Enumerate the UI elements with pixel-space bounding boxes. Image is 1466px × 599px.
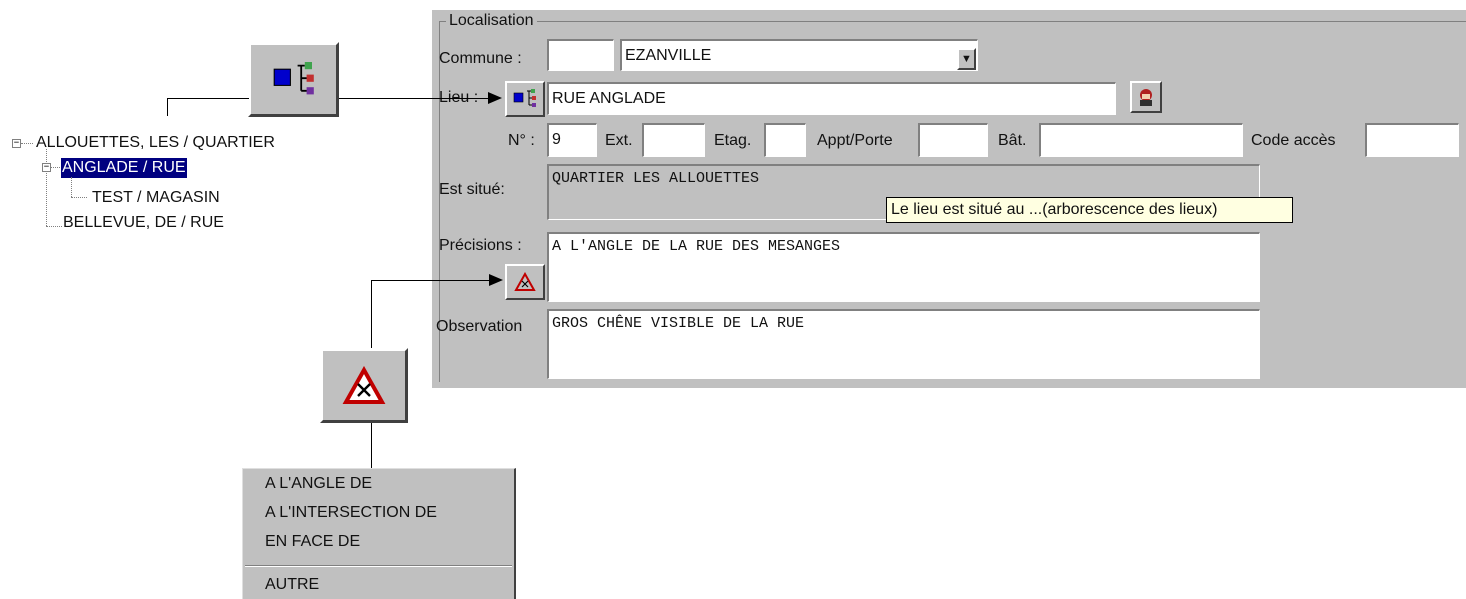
tree-item-allouettes[interactable]: ALLOUETTES, LES / QUARTIER [36,133,275,153]
tree-hierarchy-icon [273,61,314,94]
precisions-context-menu: A L'ANGLE DE A L'INTERSECTION DE EN FACE… [242,468,516,599]
code-acces-label: Code accès [1251,132,1336,149]
tree-item-anglade[interactable]: ANGLADE / RUE [61,158,187,178]
tree-expander[interactable]: − [42,163,51,172]
appt-input[interactable] [918,123,988,157]
menu-item-autre[interactable]: AUTRE [265,574,319,596]
precisions-label: Précisions : [439,237,522,254]
tree-line [51,167,60,168]
connector-line [167,98,249,99]
code-acces-input[interactable] [1365,123,1459,157]
tree-item-bellevue[interactable]: BELLEVUE, DE / RUE [63,213,224,233]
tree-line [46,226,62,227]
numero-label: N° : [508,132,535,149]
arrow-head-icon [489,274,503,286]
ext-label: Ext. [605,132,633,149]
tree-line [71,197,87,198]
tooltip: Le lieu est situé au ...(arborescence de… [886,197,1293,223]
observation-label: Observation [436,318,523,335]
chevron-down-icon: ▼ [961,52,972,65]
group-title: Localisation [446,11,537,31]
commune-code-input[interactable] [547,39,614,71]
menu-item-intersection[interactable]: A L'INTERSECTION DE [265,502,437,524]
tree-expander[interactable]: − [12,139,21,148]
commune-label: Commune : [439,50,522,67]
tree-hierarchy-icon [513,89,536,107]
connector-line [371,423,372,469]
menu-separator [245,565,512,567]
ext-input[interactable] [642,123,705,157]
menu-item-face[interactable]: EN FACE DE [265,531,360,553]
arrow-head-icon [488,92,502,104]
person-icon [1140,89,1152,106]
appt-label: Appt/Porte [817,132,893,149]
tree-line [71,177,72,197]
warning-button-callout [320,348,408,423]
bat-input[interactable] [1039,123,1243,157]
person-button[interactable] [1130,81,1162,113]
connector-line [371,280,495,281]
warning-triangle-icon [514,272,536,291]
connector-line [371,280,372,348]
menu-item-angle[interactable]: A L'ANGLE DE [265,473,372,495]
connector-line [339,98,494,99]
precisions-input[interactable]: A L'ANGLE DE LA RUE DES MESANGES [547,232,1260,302]
warning-triangle-icon [342,365,386,404]
commune-dropdown-button[interactable]: ▼ [957,48,976,70]
lieu-tree-button[interactable] [505,81,545,117]
tree-button-callout [248,42,339,117]
precisions-warning-button[interactable] [505,264,545,300]
bat-label: Bât. [998,132,1027,149]
lieu-input[interactable]: RUE ANGLADE [547,82,1116,115]
etag-input[interactable] [764,123,806,157]
tree-item-test[interactable]: TEST / MAGASIN [92,188,220,208]
etag-label: Etag. [714,132,752,149]
tree-line [21,143,33,144]
connector-line [167,98,168,116]
numero-input[interactable]: 9 [547,123,597,157]
commune-select[interactable]: EZANVILLE [620,39,978,71]
est-situe-label: Est situé: [439,181,505,198]
tree-line [46,149,47,226]
observation-input[interactable]: GROS CHÊNE VISIBLE DE LA RUE [547,309,1260,379]
